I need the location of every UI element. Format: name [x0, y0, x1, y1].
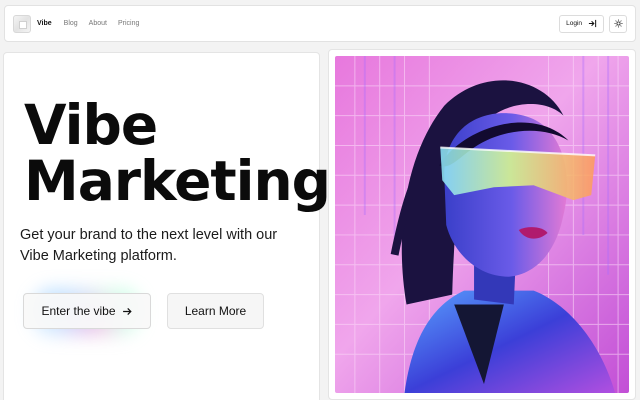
arrow-right-icon	[122, 307, 132, 315]
login-button[interactable]: Login	[559, 14, 604, 33]
hero-text-card: Vibe Marketing Get your brand to the nex…	[3, 52, 331, 400]
theme-toggle-button[interactable]	[609, 14, 627, 33]
nav-link-about[interactable]: About	[89, 20, 107, 27]
hero-image	[335, 56, 629, 393]
top-navbar: Vibe Blog About Pricing Login	[4, 5, 636, 42]
nav-link-pricing[interactable]: Pricing	[118, 20, 139, 27]
hero-title-line1: Vibe	[24, 93, 158, 157]
enter-the-vibe-button[interactable]: Enter the vibe	[23, 293, 151, 329]
hero-title-line2: Marketing	[24, 149, 331, 213]
hero-subtitle: Get your brand to the next level with ou…	[20, 227, 278, 264]
nav-link-blog[interactable]: Blog	[64, 20, 78, 27]
learn-more-button[interactable]: Learn More	[167, 293, 264, 329]
primary-cta-wrapper: Enter the vibe	[23, 287, 151, 337]
learn-more-label: Learn More	[184, 304, 247, 318]
hero-title: Vibe Marketing	[24, 93, 331, 213]
login-arrow-icon	[588, 19, 597, 28]
hero-image-card	[328, 49, 636, 400]
enter-the-vibe-label: Enter the vibe	[41, 304, 116, 318]
brand-name[interactable]: Vibe	[37, 20, 52, 27]
sun-icon	[613, 19, 623, 28]
login-label: Login	[566, 20, 582, 27]
nav-actions: Login	[559, 14, 627, 33]
logo-icon[interactable]	[13, 14, 31, 33]
